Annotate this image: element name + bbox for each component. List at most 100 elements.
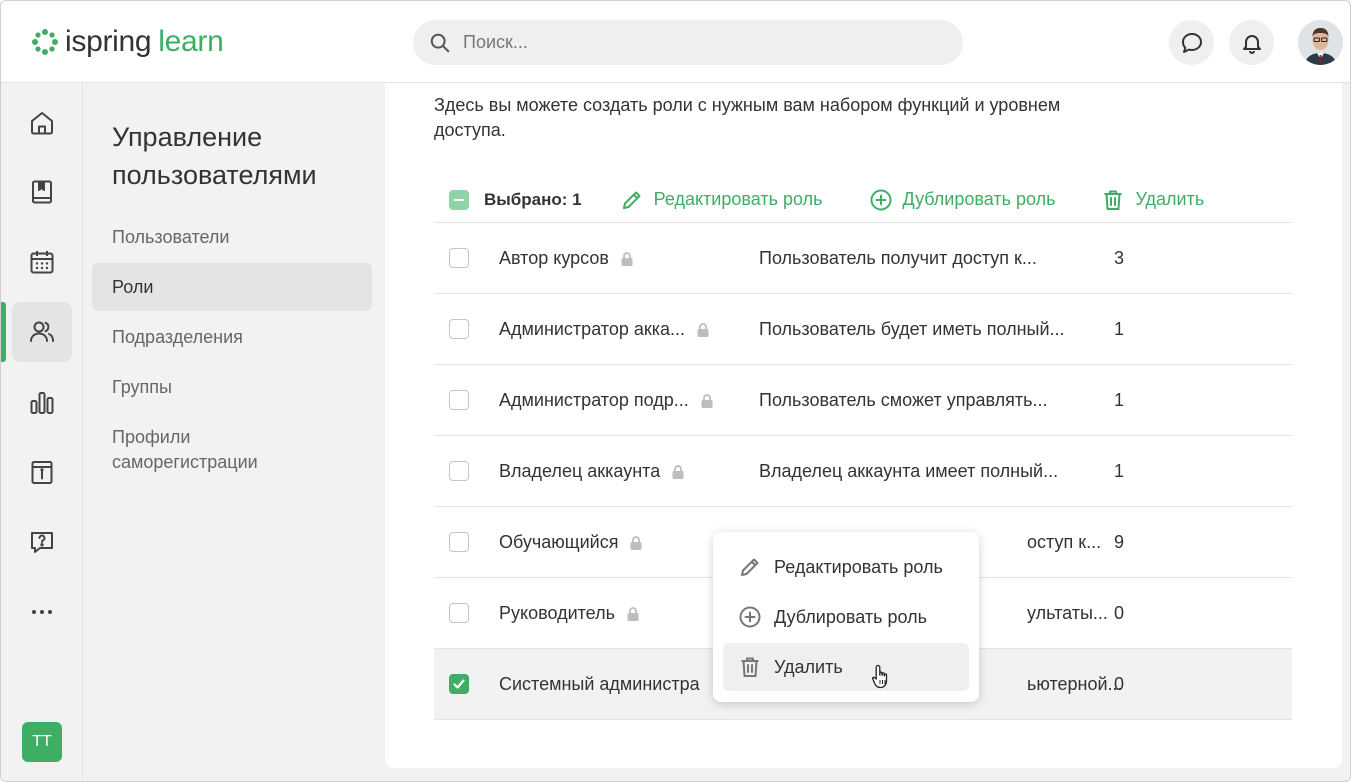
role-description: Пользователь сможет управлять... [759,390,1048,410]
rail-active-indicator [1,302,6,362]
help-icon [31,532,53,553]
rail-home[interactable] [12,93,72,153]
role-user-count: 1 [1114,461,1125,481]
role-name: Автор курсов [499,223,635,294]
menu-duplicate-role[interactable]: Дублировать роль [723,593,969,641]
menu-delete[interactable]: Удалить [723,643,969,691]
role-name-text: Руководитель [499,603,615,623]
chat-icon [1181,32,1202,53]
duplicate-role-label: Дублировать роль [902,189,1056,209]
book-icon [32,180,52,204]
duplicate-role-button[interactable]: Дублировать роль [869,188,1056,212]
user-initials-badge[interactable]: ТТ [22,722,62,762]
trash-icon [741,657,759,677]
bell-icon [1242,34,1261,54]
menu-delete-label: Удалить [774,656,843,677]
role-name-text: Системный администра [499,674,700,694]
calendar-icon [30,251,54,274]
lock-icon [627,606,639,621]
more-icon [32,610,52,614]
plus-circle-icon [739,606,761,628]
top-header: ispring learn [1,1,1350,83]
check-icon [453,679,465,689]
section-title: Управление пользователями [112,122,317,190]
home-icon [31,112,53,135]
row-checkbox[interactable] [449,390,469,410]
section-sidebar: Управление пользователями Пользователи Р… [83,83,385,781]
role-description: ультаты... [1027,603,1108,623]
avatar[interactable] [1298,20,1343,65]
table-row[interactable]: Автор курсов Пользователь получит доступ… [434,223,1292,294]
role-name-text: Администратор акка... [499,319,686,339]
bar-chart-icon [30,392,54,414]
role-user-count: 9 [1114,532,1125,552]
nav-groups[interactable]: Группы [92,363,372,411]
table-row[interactable]: Администратор подр... Пользователь сможе… [434,365,1292,436]
nav-departments[interactable]: Подразделения [92,313,372,361]
role-description: оступ к... [1027,532,1102,552]
rail-users[interactable] [12,302,72,362]
table-row[interactable]: Владелец аккаунта Владелец аккаунта имее… [434,436,1292,507]
search-input[interactable] [463,32,943,53]
role-description: Владелец аккаунта имеет полный... [759,461,1059,481]
lock-icon [630,535,642,550]
menu-edit-role[interactable]: Редактировать роль [723,543,969,591]
select-all-checkbox[interactable] [449,189,469,210]
hand-cursor-icon [872,664,888,689]
delete-button[interactable]: Удалить [1101,188,1204,212]
nav-users[interactable]: Пользователи [92,213,372,261]
selection-toolbar: Выбрано: 1 Редактировать роль Дублироват… [434,177,1292,223]
row-checkbox[interactable] [449,248,469,268]
plus-circle-icon [870,189,891,210]
table-row[interactable]: Администратор акка... Пользователь будет… [434,294,1292,365]
rail-more[interactable] [12,582,72,642]
trash-icon [1104,190,1122,210]
pencil-icon [622,191,641,209]
rail-calendar[interactable] [12,232,72,292]
row-checkbox[interactable] [449,603,469,623]
rail-info[interactable] [12,442,72,502]
lock-icon [697,322,709,337]
rail-reports[interactable] [12,373,72,433]
selected-count: Выбрано: 1 [484,189,582,209]
user-photo-icon [1298,20,1343,65]
left-rail: ТТ [1,83,83,781]
role-name: Владелец аккаунта [499,436,686,507]
role-name: Обучающийся [499,507,644,578]
logo[interactable]: ispring learn [31,23,224,61]
role-user-count: 1 [1114,390,1125,410]
row-checkbox-checked[interactable] [449,674,469,694]
role-description: ьютерной... [1027,674,1123,694]
role-user-count: 3 [1114,248,1125,268]
role-user-count: 0 [1114,674,1125,694]
search-bar[interactable] [413,20,963,65]
rail-help[interactable] [12,512,72,572]
role-user-count: 0 [1114,603,1125,623]
row-checkbox[interactable] [449,319,469,339]
edit-role-button[interactable]: Редактировать роль [620,188,823,212]
users-icon [30,321,54,342]
lock-icon [672,464,684,479]
rail-courses[interactable] [12,162,72,222]
nav-roles[interactable]: Роли [92,263,372,311]
search-icon [430,33,450,52]
logo-text: ispring learn [65,25,224,58]
context-menu: Редактировать роль Дублировать роль Удал… [713,532,979,702]
row-checkbox[interactable] [449,461,469,481]
role-name: Администратор подр... [499,365,715,436]
app-window: ispring learn Поиск... ТТ Управление пол… [0,0,1351,782]
role-name-text: Обучающийся [499,532,619,552]
row-checkbox[interactable] [449,532,469,552]
role-name: Руководитель [499,578,641,649]
role-user-count: 1 [1114,319,1125,339]
notifications-button[interactable] [1229,20,1274,65]
intro-text: Здесь вы можете создать роли с нужным ва… [434,95,1061,140]
role-name-text: Администратор подр... [499,390,689,410]
logo-mark-icon [32,29,58,55]
delete-label: Удалить [1135,189,1205,209]
role-name: Администратор акка... [499,294,711,365]
lock-icon [701,393,713,408]
info-board-icon [31,461,53,484]
nav-self-registration[interactable]: Профили саморегистрации [92,425,292,475]
chat-button[interactable] [1169,20,1214,65]
